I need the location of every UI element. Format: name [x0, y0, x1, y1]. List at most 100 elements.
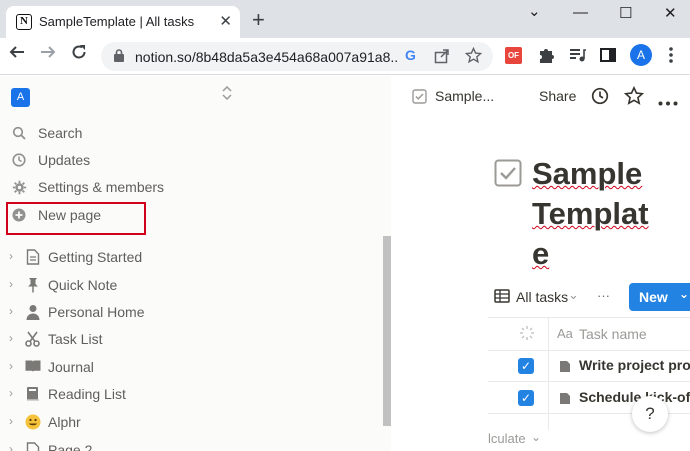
extensions-puzzle-icon[interactable]: [537, 46, 555, 69]
profile-avatar[interactable]: A: [630, 44, 652, 66]
sidebar-item-search[interactable]: Search: [0, 121, 380, 147]
close-window-button[interactable]: ✕: [664, 4, 677, 22]
sidebar-page-label: Page 2: [48, 442, 93, 451]
chevron-right-icon[interactable]: ›: [9, 442, 13, 451]
search-icon: [11, 126, 27, 142]
annotation-highlight-box: [6, 202, 146, 235]
back-arrow-icon[interactable]: [9, 44, 25, 66]
chevron-right-icon[interactable]: ›: [9, 386, 13, 400]
sidebar-page-label: Getting Started: [48, 249, 143, 265]
smiley-icon: [24, 414, 41, 431]
sidebar-page-label: Task List: [48, 331, 103, 347]
row-checkbox[interactable]: ✓: [518, 390, 534, 406]
books-icon: [24, 386, 41, 403]
sidebar-page-quick-note[interactable]: › Quick Note: [0, 272, 380, 299]
media-queue-icon[interactable]: [568, 46, 586, 69]
calculate-chevron-icon: ⌄: [531, 430, 542, 444]
chevron-right-icon[interactable]: ›: [9, 277, 13, 291]
workspace-avatar[interactable]: A: [11, 88, 30, 107]
page-title[interactable]: SampleTemplate: [532, 154, 652, 274]
chevron-right-icon[interactable]: ›: [9, 304, 13, 318]
loading-spinner-icon: [519, 325, 535, 346]
table-divider: [488, 317, 690, 318]
sidebar-page-label: Quick Note: [48, 277, 118, 293]
chevron-right-icon[interactable]: ›: [9, 249, 13, 263]
sidebar-page-label: Reading List: [48, 386, 126, 402]
breadcrumb[interactable]: Sample...: [435, 88, 494, 104]
url-text: notion.so/8b48da5a3e454a68a007a91a8...: [135, 49, 397, 65]
sidebar-page-alphr[interactable]: › Alphr: [0, 409, 380, 436]
help-button[interactable]: ?: [632, 396, 668, 432]
document-icon: [24, 442, 41, 451]
sidebar-item-label: Settings & members: [38, 179, 165, 195]
sidebar-item-label: Updates: [38, 152, 91, 168]
row-checkbox[interactable]: ✓: [518, 358, 534, 374]
more-options-icon[interactable]: [658, 93, 678, 111]
table-row[interactable]: ✓ Write project pro: [488, 351, 690, 381]
clock-icon: [11, 153, 27, 169]
row-task-name[interactable]: Write project pro: [579, 357, 690, 373]
new-button-label: New: [639, 289, 668, 305]
favorite-star-icon[interactable]: [623, 85, 645, 111]
history-clock-icon[interactable]: [591, 87, 609, 110]
sidebar-page-personal-home[interactable]: › Personal Home: [0, 299, 380, 326]
tab-title: SampleTemplate | All tasks: [39, 14, 195, 29]
table-view-icon[interactable]: [494, 289, 510, 308]
google-icon[interactable]: G: [403, 47, 419, 68]
browser-tab-bar: N SampleTemplate | All tasks ✕ + ⌄ — ☐ ✕: [0, 0, 690, 38]
side-panel-icon[interactable]: [599, 46, 617, 69]
scissors-icon: [24, 331, 41, 348]
sidebar-page-getting-started[interactable]: › Getting Started: [0, 244, 380, 271]
sidebar-page-task-list[interactable]: › Task List: [0, 326, 380, 353]
address-bar[interactable]: notion.so/8b48da5a3e454a68a007a91a8... G: [101, 42, 493, 71]
sidebar-item-settings[interactable]: Settings & members: [0, 175, 380, 201]
sidebar-item-updates[interactable]: Updates: [0, 148, 380, 174]
sidebar-page-label: Personal Home: [48, 304, 145, 320]
tab-search-chevron-icon[interactable]: ⌄: [528, 2, 541, 20]
share-button[interactable]: Share: [539, 88, 576, 104]
page-title-text: SampleTemplate: [532, 156, 649, 271]
column-header-task-name[interactable]: Task name: [579, 326, 647, 342]
chevron-right-icon[interactable]: ›: [9, 331, 13, 345]
sidebar-page-page-2[interactable]: › Page 2: [0, 437, 380, 451]
extension-badge-icon[interactable]: OF: [505, 47, 522, 64]
new-button-chevron-icon[interactable]: ⌄: [679, 287, 689, 301]
share-page-icon[interactable]: [434, 48, 450, 69]
bookmark-star-icon[interactable]: [464, 46, 483, 69]
sidebar: A Search Updates Settings & members New …: [0, 76, 391, 451]
sidebar-page-label: Journal: [48, 359, 94, 375]
book-icon: [24, 359, 41, 376]
sidebar-page-reading-list[interactable]: › Reading List: [0, 381, 380, 408]
browser-tab[interactable]: N SampleTemplate | All tasks ✕: [6, 6, 240, 38]
notion-favicon-icon: N: [16, 14, 32, 30]
forward-arrow-icon[interactable]: [40, 44, 56, 66]
reload-icon[interactable]: [71, 44, 87, 66]
pin-icon: [24, 277, 41, 294]
gear-icon: [11, 180, 27, 196]
person-icon: [24, 304, 41, 321]
maximize-button[interactable]: ☐: [619, 4, 632, 22]
minimize-button[interactable]: —: [573, 4, 588, 21]
page-checkbox-icon[interactable]: [494, 159, 522, 192]
new-tab-button[interactable]: +: [252, 7, 265, 33]
column-type-text-icon: Aa: [557, 326, 573, 341]
view-tab-all-tasks[interactable]: All tasks: [516, 289, 568, 305]
chevron-right-icon[interactable]: ›: [9, 359, 13, 373]
sidebar-page-label: Alphr: [48, 414, 81, 430]
calculate-footer[interactable]: lculate ⌄: [391, 430, 690, 451]
view-more-options[interactable]: ···: [597, 288, 610, 303]
chrome-menu-icon[interactable]: [668, 46, 674, 69]
close-tab-icon[interactable]: ✕: [219, 12, 232, 30]
chevron-right-icon[interactable]: ›: [9, 414, 13, 428]
document-icon: [24, 249, 41, 266]
sidebar-scrollbar[interactable]: [383, 236, 391, 426]
sidebar-page-journal[interactable]: › Journal: [0, 354, 380, 381]
svg-text:G: G: [405, 47, 416, 63]
new-button[interactable]: New ⌄: [629, 283, 690, 311]
calculate-label: lculate: [488, 431, 526, 446]
checkbox-page-icon: [412, 89, 427, 109]
lock-icon[interactable]: [114, 49, 124, 62]
view-chevron-down-icon[interactable]: ⌄: [568, 287, 579, 303]
browser-toolbar: notion.so/8b48da5a3e454a68a007a91a8... G…: [0, 38, 690, 75]
workspace-switcher-icon[interactable]: [221, 85, 233, 103]
